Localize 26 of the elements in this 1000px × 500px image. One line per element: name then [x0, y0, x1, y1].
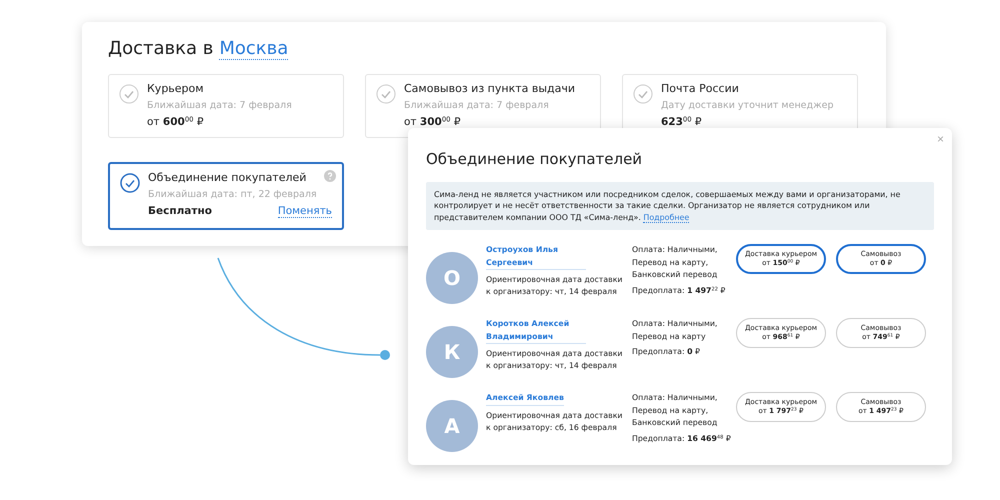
delivery-option[interactable]: Объединение покупателей Ближайшая дата: пт, 22 февраля Бесплатно Поменять [108, 162, 344, 230]
option-date: Ближайшая дата: 7 февраля [404, 100, 550, 111]
delivery-title: Доставка в [108, 38, 214, 59]
option-name: Курьером [147, 82, 205, 95]
check-icon [376, 84, 396, 104]
option-name: Объединение покупателей [148, 171, 308, 184]
option-price: 623$^{00}$ ₽ [661, 116, 702, 128]
option-name: Почта России [661, 82, 740, 95]
city-link[interactable]: Москва [219, 38, 288, 60]
avatar: К [426, 326, 478, 378]
change-link[interactable]: Поменять [278, 205, 332, 218]
delivery-option[interactable]: Курьером Ближайшая дата: 7 февраля от 600$^{00}$ ₽ [108, 74, 344, 138]
option-price: Бесплатно [148, 205, 212, 218]
option-price: от 600$^{00}$ ₽ [147, 116, 204, 128]
option-name: Самовывоз из пункта выдачи [404, 82, 576, 95]
avatar: О [426, 252, 478, 304]
option-date: Дату доставки уточнит менеджер [661, 100, 834, 111]
modal-title: Объединение покупателей [426, 150, 644, 168]
help-icon[interactable] [324, 170, 336, 182]
option-price: от 300$^{00}$ ₽ [404, 116, 461, 128]
check-icon [633, 84, 653, 104]
check-icon [120, 173, 140, 193]
option-date: Ближайшая дата: 7 февраля [147, 100, 293, 111]
check-icon [119, 84, 139, 104]
option-date: Ближайшая дата: пт, 22 февраля [148, 189, 318, 200]
avatar: А [426, 400, 478, 452]
